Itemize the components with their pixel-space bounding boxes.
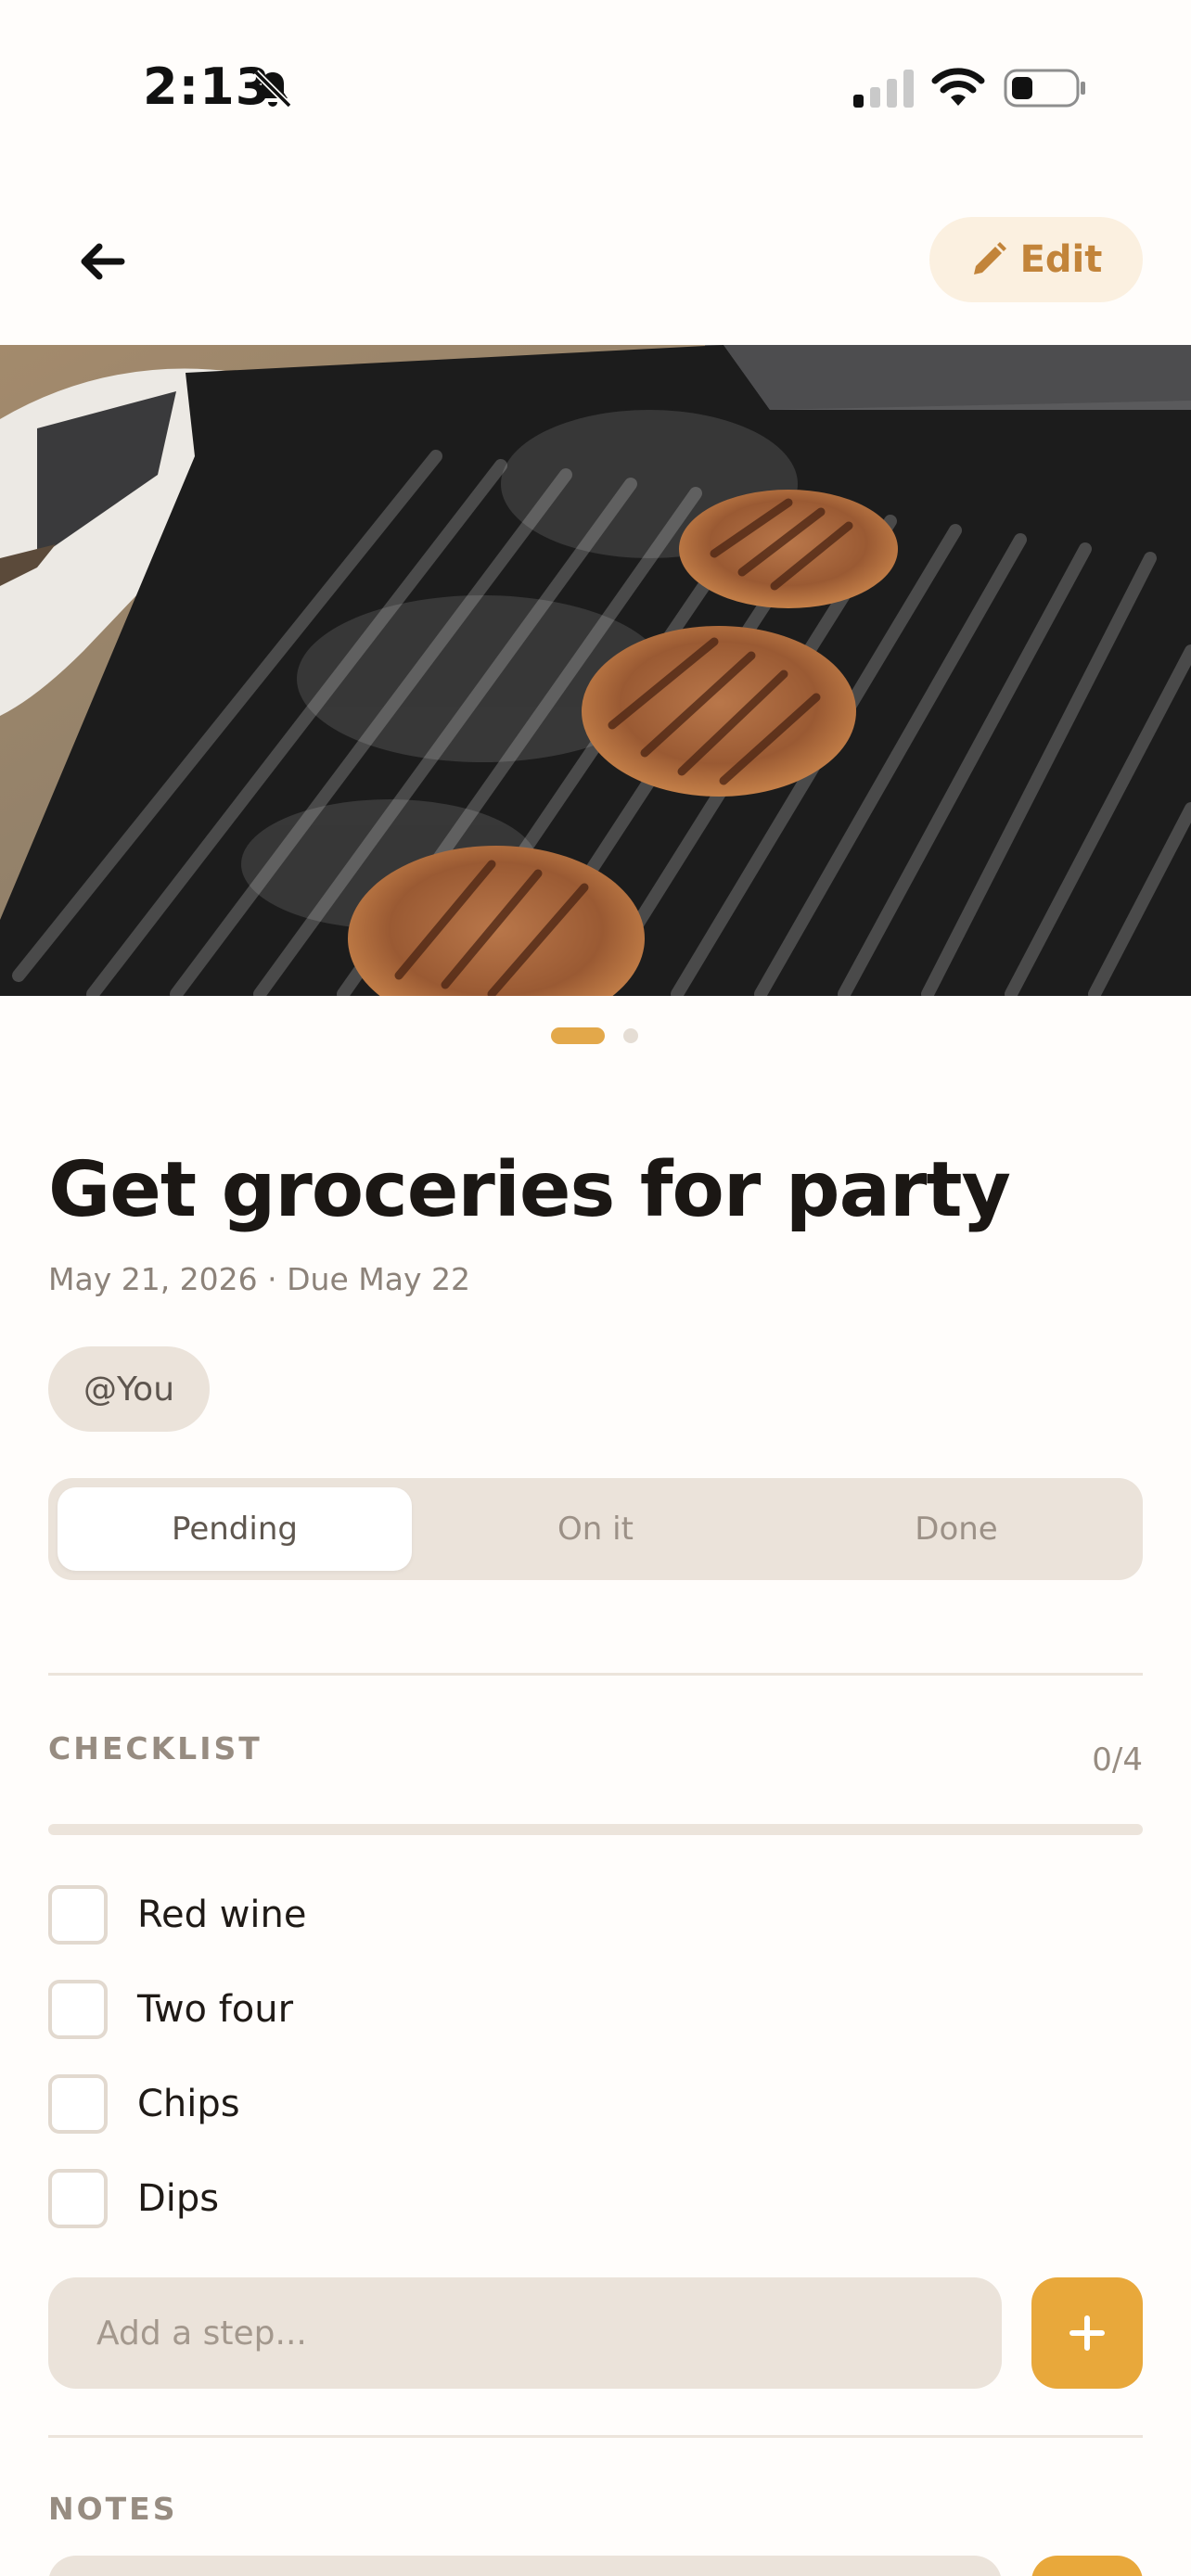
edit-label: Edit [1019,238,1103,281]
checkbox[interactable] [48,2074,108,2134]
checklist-item-label: Dips [137,2177,220,2220]
arrow-left-icon [81,243,125,280]
add-step-button[interactable] [1031,2277,1143,2389]
status-tab-on-it[interactable]: On it [418,1487,773,1571]
checklist-item-label: Chips [137,2083,240,2125]
checklist-heading: CHECKLIST [48,1730,263,1766]
divider [48,2435,1143,2438]
checkbox[interactable] [48,2169,108,2228]
task-photo[interactable] [0,345,1191,996]
status-tab-done[interactable]: Done [779,1487,1133,1571]
pager-dot[interactable] [623,1028,638,1043]
image-pager[interactable] [0,1027,1191,1046]
assignee-chip[interactable]: @You [48,1346,210,1432]
checklist-item[interactable]: Dips [48,2168,1143,2229]
edit-button[interactable]: Edit [929,217,1143,302]
checklist-item[interactable]: Two four [48,1979,1143,2040]
notes-heading: NOTES [48,2491,178,2527]
checkbox[interactable] [48,1885,108,1945]
notes-add-button[interactable] [1031,2556,1143,2576]
status-segmented-control: Pending On it Done [48,1478,1143,1580]
back-button[interactable] [67,226,137,297]
checklist-progress-bar [48,1824,1143,1835]
battery-icon [1004,69,1085,108]
checklist-item[interactable]: Red wine [48,1884,1143,1945]
pencil-icon [973,242,1006,274]
plus-icon [1069,2315,1105,2351]
add-step-input[interactable] [48,2277,1002,2389]
task-title: Get groceries for party [48,1146,1011,1234]
checklist-count: 0/4 [1092,1741,1143,1779]
checklist-item[interactable]: Chips [48,2073,1143,2135]
pager-dot-active[interactable] [551,1027,605,1044]
grill-burgers-image [0,345,1191,996]
checklist-item-label: Red wine [137,1894,307,1936]
status-bar: 2:13 [0,0,1191,176]
wifi-icon [931,68,985,106]
status-tab-pending[interactable]: Pending [58,1487,412,1571]
checkbox[interactable] [48,1980,108,2039]
notes-input[interactable] [48,2556,1002,2576]
checklist-item-label: Two four [137,1988,294,2031]
cellular-signal-icon [853,70,914,108]
bell-off-icon [253,70,292,108]
task-dates: May 21, 2026 · Due May 22 [48,1261,470,1297]
divider [48,1673,1143,1676]
